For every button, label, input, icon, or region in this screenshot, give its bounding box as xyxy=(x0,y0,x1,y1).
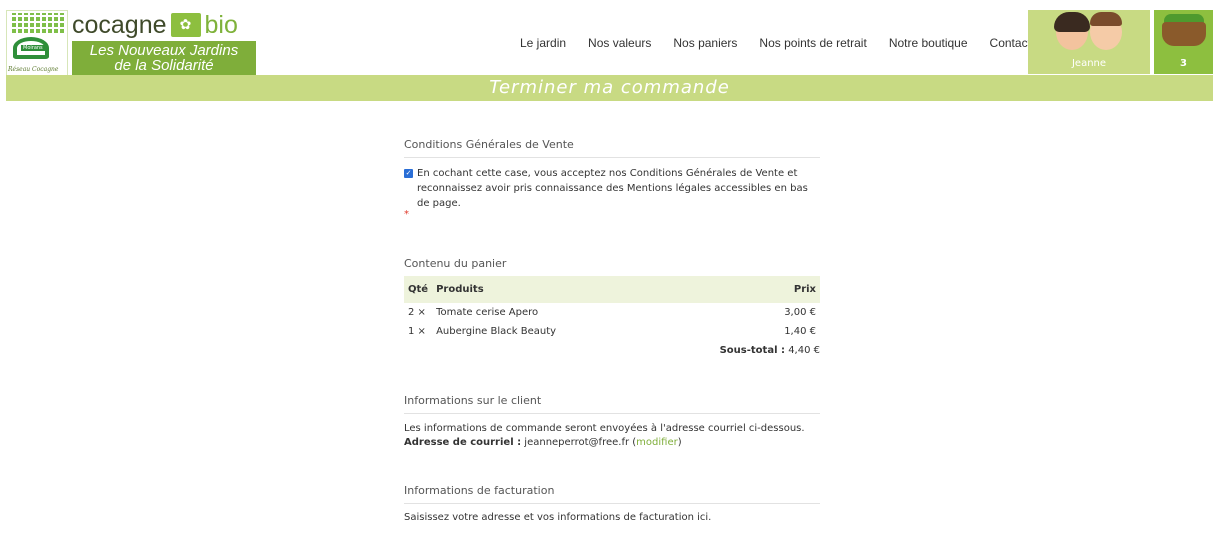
cart-table: Qté Produits Prix 2 × Tomate cerise Aper… xyxy=(404,276,820,341)
email-label: Adresse de courriel : xyxy=(404,437,522,448)
cart-title: Contenu du panier xyxy=(404,257,507,270)
row-product: Aubergine Black Beauty xyxy=(436,326,557,337)
row-price: 3,00 € xyxy=(784,307,816,318)
main-nav: Le jardin Nos valeurs Nos paniers Nos po… xyxy=(520,36,1031,50)
nav-boutique[interactable]: Notre boutique xyxy=(889,36,968,50)
modify-email-link[interactable]: modifier xyxy=(636,437,678,448)
billing-title: Informations de facturation xyxy=(404,484,820,504)
user-name: Jeanne xyxy=(1071,58,1107,69)
row-product: Tomate cerise Apero xyxy=(436,307,539,318)
table-row: 2 × Tomate cerise Apero 3,00 € xyxy=(404,303,820,322)
checkout-content: Conditions Générales de Vente ✓ En cocha… xyxy=(404,138,820,523)
row-qty: 2 × xyxy=(408,307,426,318)
subtotal-value: 4,40 € xyxy=(788,345,820,356)
man-avatar-icon xyxy=(1090,12,1122,50)
row-price: 1,40 € xyxy=(784,326,816,337)
can-label: Moirans xyxy=(21,45,45,51)
required-mark: * xyxy=(404,209,409,220)
cgv-checkbox-row[interactable]: ✓ En cochant cette case, vous acceptez n… xyxy=(404,166,820,211)
avatar xyxy=(1054,12,1122,50)
nav-points-retrait[interactable]: Nos points de retrait xyxy=(759,36,866,50)
nav-nos-valeurs[interactable]: Nos valeurs xyxy=(588,36,651,50)
brand-tagline: Les Nouveaux Jardins de la Solidarité xyxy=(72,41,256,76)
tagline-line1: Les Nouveaux Jardins xyxy=(89,42,239,59)
col-price: Prix xyxy=(793,284,816,295)
nav-le-jardin[interactable]: Le jardin xyxy=(520,36,566,50)
col-qty: Qté xyxy=(408,284,429,295)
cgv-text: En cochant cette case, vous acceptez nos… xyxy=(417,168,808,209)
cgv-title: Conditions Générales de Vente xyxy=(404,138,820,158)
tagline-line2: de la Solidarité xyxy=(114,57,214,74)
logo-mark: Moirans Réseau Cocagne xyxy=(6,10,68,76)
user-account-button[interactable]: Jeanne xyxy=(1028,10,1150,74)
client-section: Informations sur le client Les informati… xyxy=(404,394,820,450)
billing-text: Saisissez votre adresse et vos informati… xyxy=(404,512,712,523)
col-products: Produits xyxy=(436,284,484,295)
modify-close: ) xyxy=(677,437,682,448)
billing-section: Informations de facturation Saisissez vo… xyxy=(404,484,820,523)
cart-button[interactable]: 3 xyxy=(1154,10,1213,74)
client-text: Les informations de commande seront envo… xyxy=(404,423,805,434)
basket-icon xyxy=(1162,22,1206,46)
email-line: Adresse de courriel : jeanneperrot@free.… xyxy=(404,436,820,450)
cgv-section: Conditions Générales de Vente ✓ En cocha… xyxy=(404,138,820,220)
email-value: jeanneperrot@free.fr xyxy=(524,437,630,448)
subtotal-label: Sous-total : xyxy=(719,345,785,356)
cart-header-row: Qté Produits Prix xyxy=(404,276,820,303)
reseau-label: Réseau Cocagne xyxy=(8,66,59,73)
page-title: Terminer ma commande xyxy=(6,75,1213,101)
garden-grid-icon xyxy=(10,13,64,35)
site-logo[interactable]: Moirans Réseau Cocagne cocagne ✿ bio Les… xyxy=(6,10,256,76)
subtotal: Sous-total : 4,40 € xyxy=(404,341,820,356)
table-row: 1 × Aubergine Black Beauty 1,40 € xyxy=(404,322,820,341)
watering-can-badge-icon: ✿ xyxy=(170,13,201,37)
brand-wordmark: cocagne ✿ bio xyxy=(72,10,238,40)
row-qty: 1 × xyxy=(408,326,426,337)
client-title: Informations sur le client xyxy=(404,394,820,414)
nav-nos-paniers[interactable]: Nos paniers xyxy=(673,36,737,50)
cgv-checkbox[interactable]: ✓ xyxy=(404,169,413,178)
brand-bio: bio xyxy=(204,10,238,39)
nav-contact[interactable]: Contact xyxy=(990,36,1031,50)
cart-section: Contenu du panier Qté Produits Prix 2 × … xyxy=(404,257,820,356)
brand-cocagne: cocagne xyxy=(72,10,167,39)
cart-count-badge: 3 xyxy=(1180,58,1187,69)
woman-avatar-icon xyxy=(1054,12,1090,50)
